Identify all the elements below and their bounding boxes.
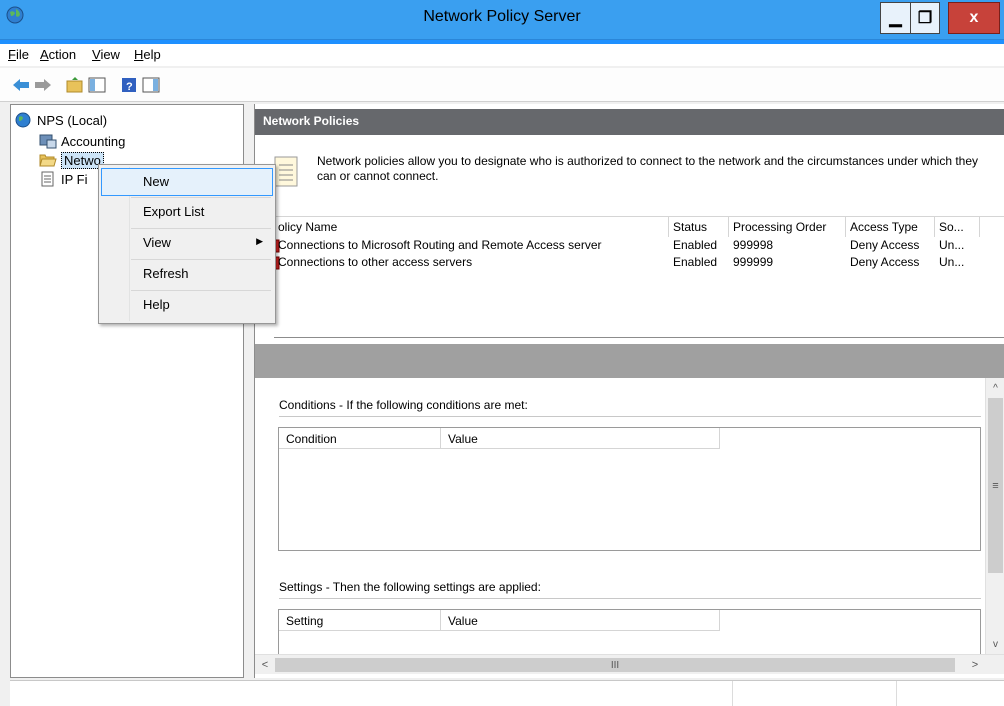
- accounting-icon: [39, 134, 57, 149]
- title-bar-inner[interactable]: Network Policy Server ▁ ❐ x: [0, 0, 1004, 40]
- status-segment: [896, 681, 1004, 706]
- folder-open-icon: [39, 154, 57, 167]
- show-hide-console-tree-icon[interactable]: [88, 76, 106, 94]
- policy-list[interactable]: olicy Name Status Processing Order Acces…: [274, 216, 1004, 338]
- column-status[interactable]: Status: [669, 217, 729, 237]
- context-menu-new[interactable]: New: [101, 168, 273, 196]
- maximize-button[interactable]: ❐: [910, 2, 940, 34]
- cell-access-type: Deny Access: [850, 255, 920, 269]
- column-setting[interactable]: Setting: [279, 610, 441, 631]
- nps-globe-icon: [15, 112, 31, 128]
- context-menu-refresh[interactable]: Refresh: [101, 260, 273, 288]
- menu-help-label: elp: [143, 47, 161, 62]
- tree-item-label: IP Fi: [61, 171, 88, 187]
- column-value[interactable]: Value: [441, 610, 720, 631]
- details-splitter[interactable]: [255, 344, 1004, 378]
- context-menu-export-list[interactable]: Export List: [101, 198, 273, 226]
- show-hide-action-pane-icon[interactable]: [142, 76, 160, 94]
- conditions-grid[interactable]: Condition Value: [278, 427, 981, 551]
- cell-status: Enabled: [673, 255, 718, 269]
- column-policy-name[interactable]: olicy Name: [274, 217, 669, 237]
- svg-text:?: ?: [126, 81, 133, 93]
- column-processing-order[interactable]: Processing Order: [729, 217, 846, 237]
- menu-action-label: ction: [48, 47, 77, 62]
- menu-action-accel: A: [40, 47, 49, 62]
- menu-action[interactable]: Action: [40, 47, 76, 62]
- close-button[interactable]: x: [948, 2, 1000, 34]
- document-icon: [41, 171, 54, 187]
- scroll-left-button[interactable]: <: [257, 657, 273, 673]
- conditions-divider: [279, 416, 981, 417]
- policy-document-icon: [274, 156, 298, 187]
- cell-policy-name: Connections to Microsoft Routing and Rem…: [278, 238, 602, 252]
- help-glyph: ?: [122, 78, 136, 93]
- settings-label: Settings - Then the following settings a…: [279, 580, 541, 594]
- table-row[interactable]: Connections to other access servers Enab…: [274, 254, 1004, 271]
- results-pane: Network Policies Network policies allow …: [254, 104, 1004, 678]
- tree-item-nps-local[interactable]: NPS (Local): [15, 111, 107, 129]
- up-folder-icon[interactable]: [66, 76, 84, 94]
- forward-arrow-glyph: [35, 79, 51, 91]
- table-row[interactable]: Connections to Microsoft Routing and Rem…: [274, 237, 1004, 254]
- column-source[interactable]: So...: [935, 217, 980, 237]
- help-icon[interactable]: ?: [120, 76, 138, 94]
- menu-help[interactable]: Help: [134, 47, 161, 62]
- cell-source: Un...: [939, 238, 965, 252]
- horizontal-scrollbar[interactable]: < III >: [255, 654, 1004, 674]
- forward-arrow-icon[interactable]: [34, 76, 52, 94]
- context-menu-help[interactable]: Help: [101, 291, 273, 319]
- scroll-right-button[interactable]: >: [967, 657, 983, 673]
- status-segment: [732, 681, 896, 706]
- back-arrow-icon[interactable]: [12, 76, 30, 94]
- cell-source: Un...: [939, 255, 965, 269]
- up-folder-glyph: [66, 77, 83, 93]
- cell-access-type: Deny Access: [850, 238, 920, 252]
- list-header: olicy Name Status Processing Order Acces…: [274, 217, 1004, 237]
- context-menu[interactable]: New Export List View ▶ Refresh Help: [98, 164, 276, 324]
- tree-item-accounting[interactable]: Accounting: [39, 132, 125, 150]
- menu-file[interactable]: File: [8, 47, 29, 62]
- tree-item-network-policies[interactable]: Netwo: [39, 151, 104, 169]
- column-value[interactable]: Value: [441, 428, 720, 449]
- window-title: Network Policy Server: [423, 8, 581, 25]
- details-pane: Conditions - If the following conditions…: [255, 378, 985, 654]
- conditions-label: Conditions - If the following conditions…: [279, 398, 528, 412]
- menu-view-label: iew: [100, 47, 120, 62]
- action-pane-glyph: [142, 77, 160, 93]
- column-access-type[interactable]: Access Type: [846, 217, 935, 237]
- toolbar: ?: [0, 68, 1004, 102]
- settings-grid[interactable]: Setting Value: [278, 609, 981, 654]
- console-tree-glyph: [88, 77, 106, 93]
- menu-bar: File Action View Help: [0, 44, 1004, 66]
- tree-item-label: NPS (Local): [37, 112, 108, 128]
- scroll-thumb[interactable]: ≡: [988, 398, 1003, 573]
- menu-view[interactable]: View: [92, 47, 120, 62]
- tree-item-label: Accounting: [61, 133, 126, 149]
- back-arrow-glyph: [13, 79, 29, 91]
- column-condition[interactable]: Condition: [279, 428, 441, 449]
- scroll-up-button[interactable]: ^: [986, 380, 1004, 396]
- cell-status: Enabled: [673, 238, 718, 252]
- submenu-arrow-icon: ▶: [256, 236, 263, 246]
- vertical-scrollbar[interactable]: ^ ≡ v: [985, 378, 1004, 654]
- title-bar[interactable]: Network Policy Server ▁ ❐ x: [0, 0, 1004, 44]
- horizontal-scroll-thumb[interactable]: III: [275, 658, 955, 672]
- description-text: Network policies allow you to designate …: [317, 154, 979, 183]
- cell-processing-order: 999999: [733, 255, 774, 269]
- minimize-button[interactable]: ▁: [880, 2, 910, 34]
- context-menu-view-label: View: [143, 235, 171, 250]
- context-menu-view[interactable]: View ▶: [101, 229, 273, 257]
- cell-policy-name: Connections to other access servers: [278, 255, 473, 269]
- settings-divider: [279, 598, 981, 599]
- scroll-down-button[interactable]: v: [986, 636, 1004, 652]
- status-bar: [10, 680, 1004, 706]
- cell-processing-order: 999998: [733, 238, 774, 252]
- menu-help-accel: H: [134, 47, 144, 62]
- menu-file-accel: F: [8, 47, 16, 62]
- section-header: Network Policies: [255, 109, 1004, 135]
- tree-item-ip-filters[interactable]: IP Fi: [39, 170, 88, 188]
- menu-file-label: ile: [15, 47, 29, 62]
